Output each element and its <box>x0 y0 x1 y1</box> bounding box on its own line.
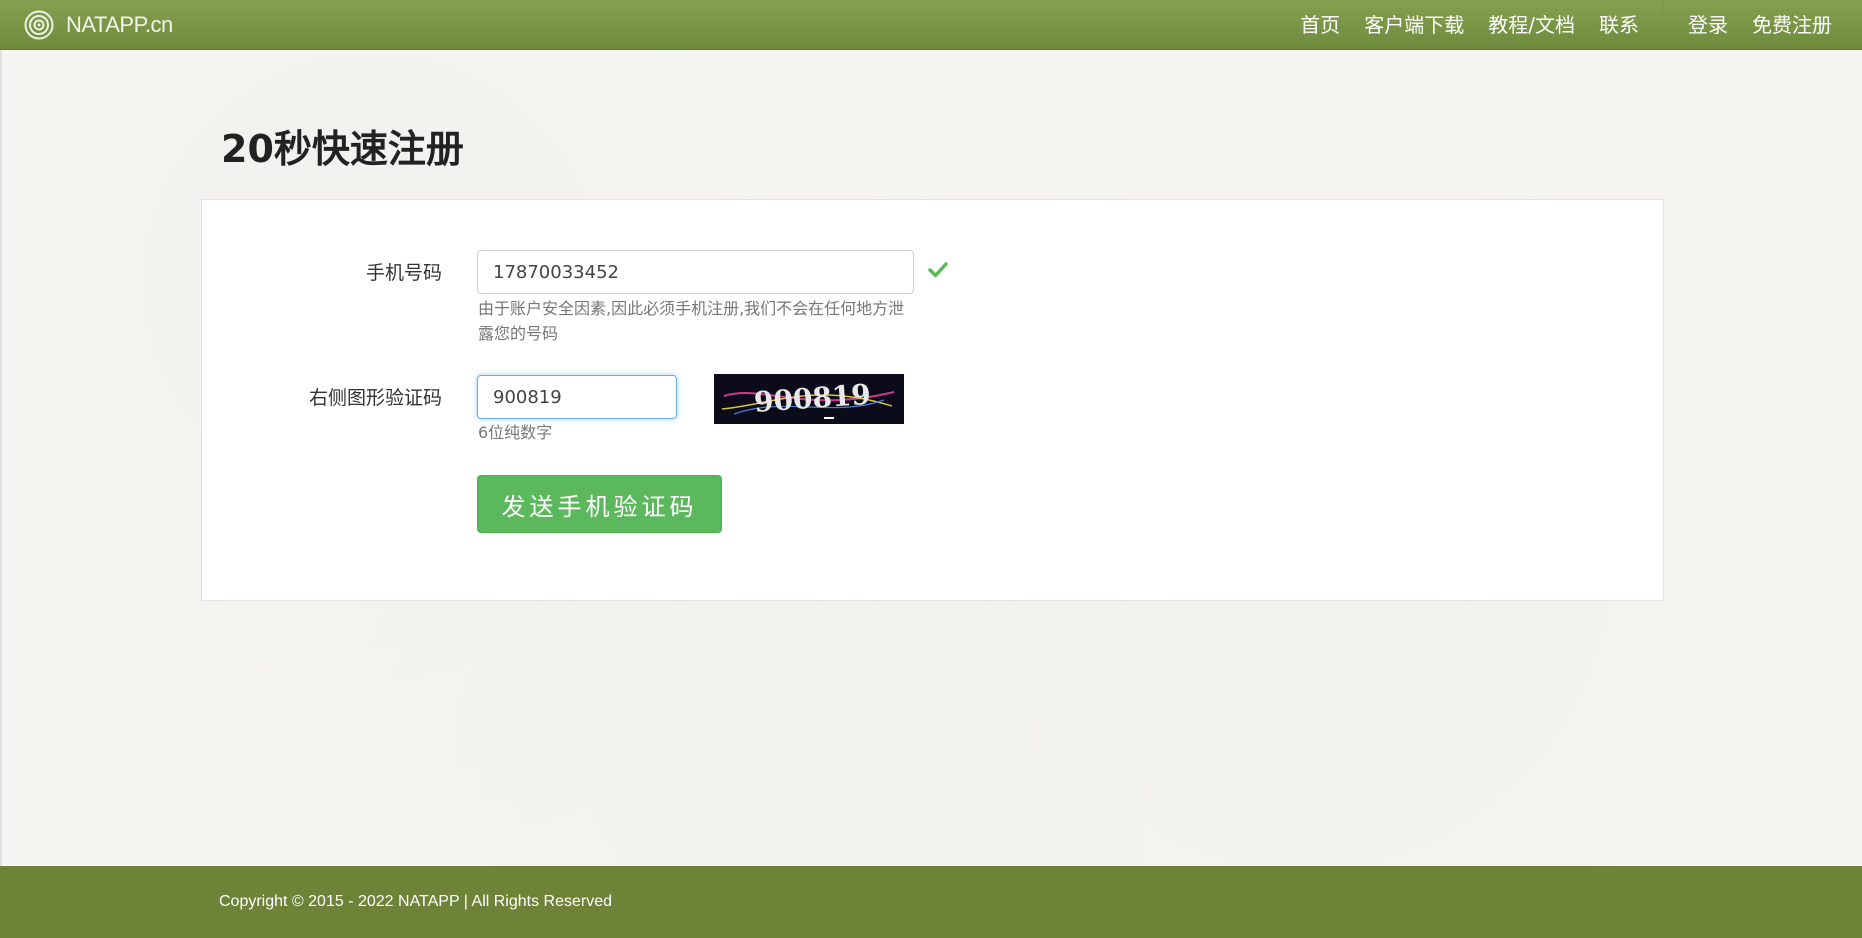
captcha-label: 右侧图形验证码 <box>308 387 442 409</box>
captcha-image[interactable]: 900819 <box>714 374 904 424</box>
register-panel: 手机号码 由于账户安全因素,因此必须手机注册,我们不会在任何地方泄露您的号码 右… <box>201 199 1664 601</box>
checkmark-icon <box>928 262 948 278</box>
nav-login[interactable]: 登录 <box>1676 0 1740 50</box>
phone-help-text: 由于账户安全因素,因此必须手机注册,我们不会在任何地方泄露您的号码 <box>478 299 905 343</box>
brand-name: NATAPP.cn <box>66 12 173 37</box>
nav-register[interactable]: 免费注册 <box>1740 0 1862 50</box>
nav-contact[interactable]: 联系 <box>1587 0 1651 50</box>
captcha-help-text: 6位纯数字 <box>478 423 553 442</box>
main-nav: 首页 客户端下载 教程/文档 联系 <box>1288 0 1651 50</box>
page-title: 20秒快速注册 <box>221 127 464 171</box>
auth-nav: 登录 免费注册 <box>1676 0 1862 50</box>
send-sms-code-button[interactable]: 发送手机验证码 <box>477 475 722 533</box>
phone-label: 手机号码 <box>365 262 442 284</box>
copyright-text: Copyright © 2015 - 2022 NATAPP | All Rig… <box>219 893 613 910</box>
brand-link[interactable]: NATAPP.cn <box>24 0 173 50</box>
page-left-border <box>0 0 2 938</box>
nav-download[interactable]: 客户端下载 <box>1352 0 1476 50</box>
nav-divider <box>1663 0 1664 50</box>
captcha-graphic: 900819 <box>714 374 904 424</box>
footer: Copyright © 2015 - 2022 NATAPP | All Rig… <box>0 866 1862 938</box>
nav-home[interactable]: 首页 <box>1288 0 1352 50</box>
phone-input[interactable] <box>477 250 914 294</box>
nav-menu: 首页 客户端下载 教程/文档 联系 登录 免费注册 <box>1288 0 1862 50</box>
natapp-logo-icon <box>24 10 54 40</box>
top-navbar: NATAPP.cn 首页 客户端下载 教程/文档 联系 登录 免费注册 <box>0 0 1862 50</box>
captcha-input[interactable] <box>477 375 677 419</box>
nav-docs[interactable]: 教程/文档 <box>1476 0 1587 50</box>
